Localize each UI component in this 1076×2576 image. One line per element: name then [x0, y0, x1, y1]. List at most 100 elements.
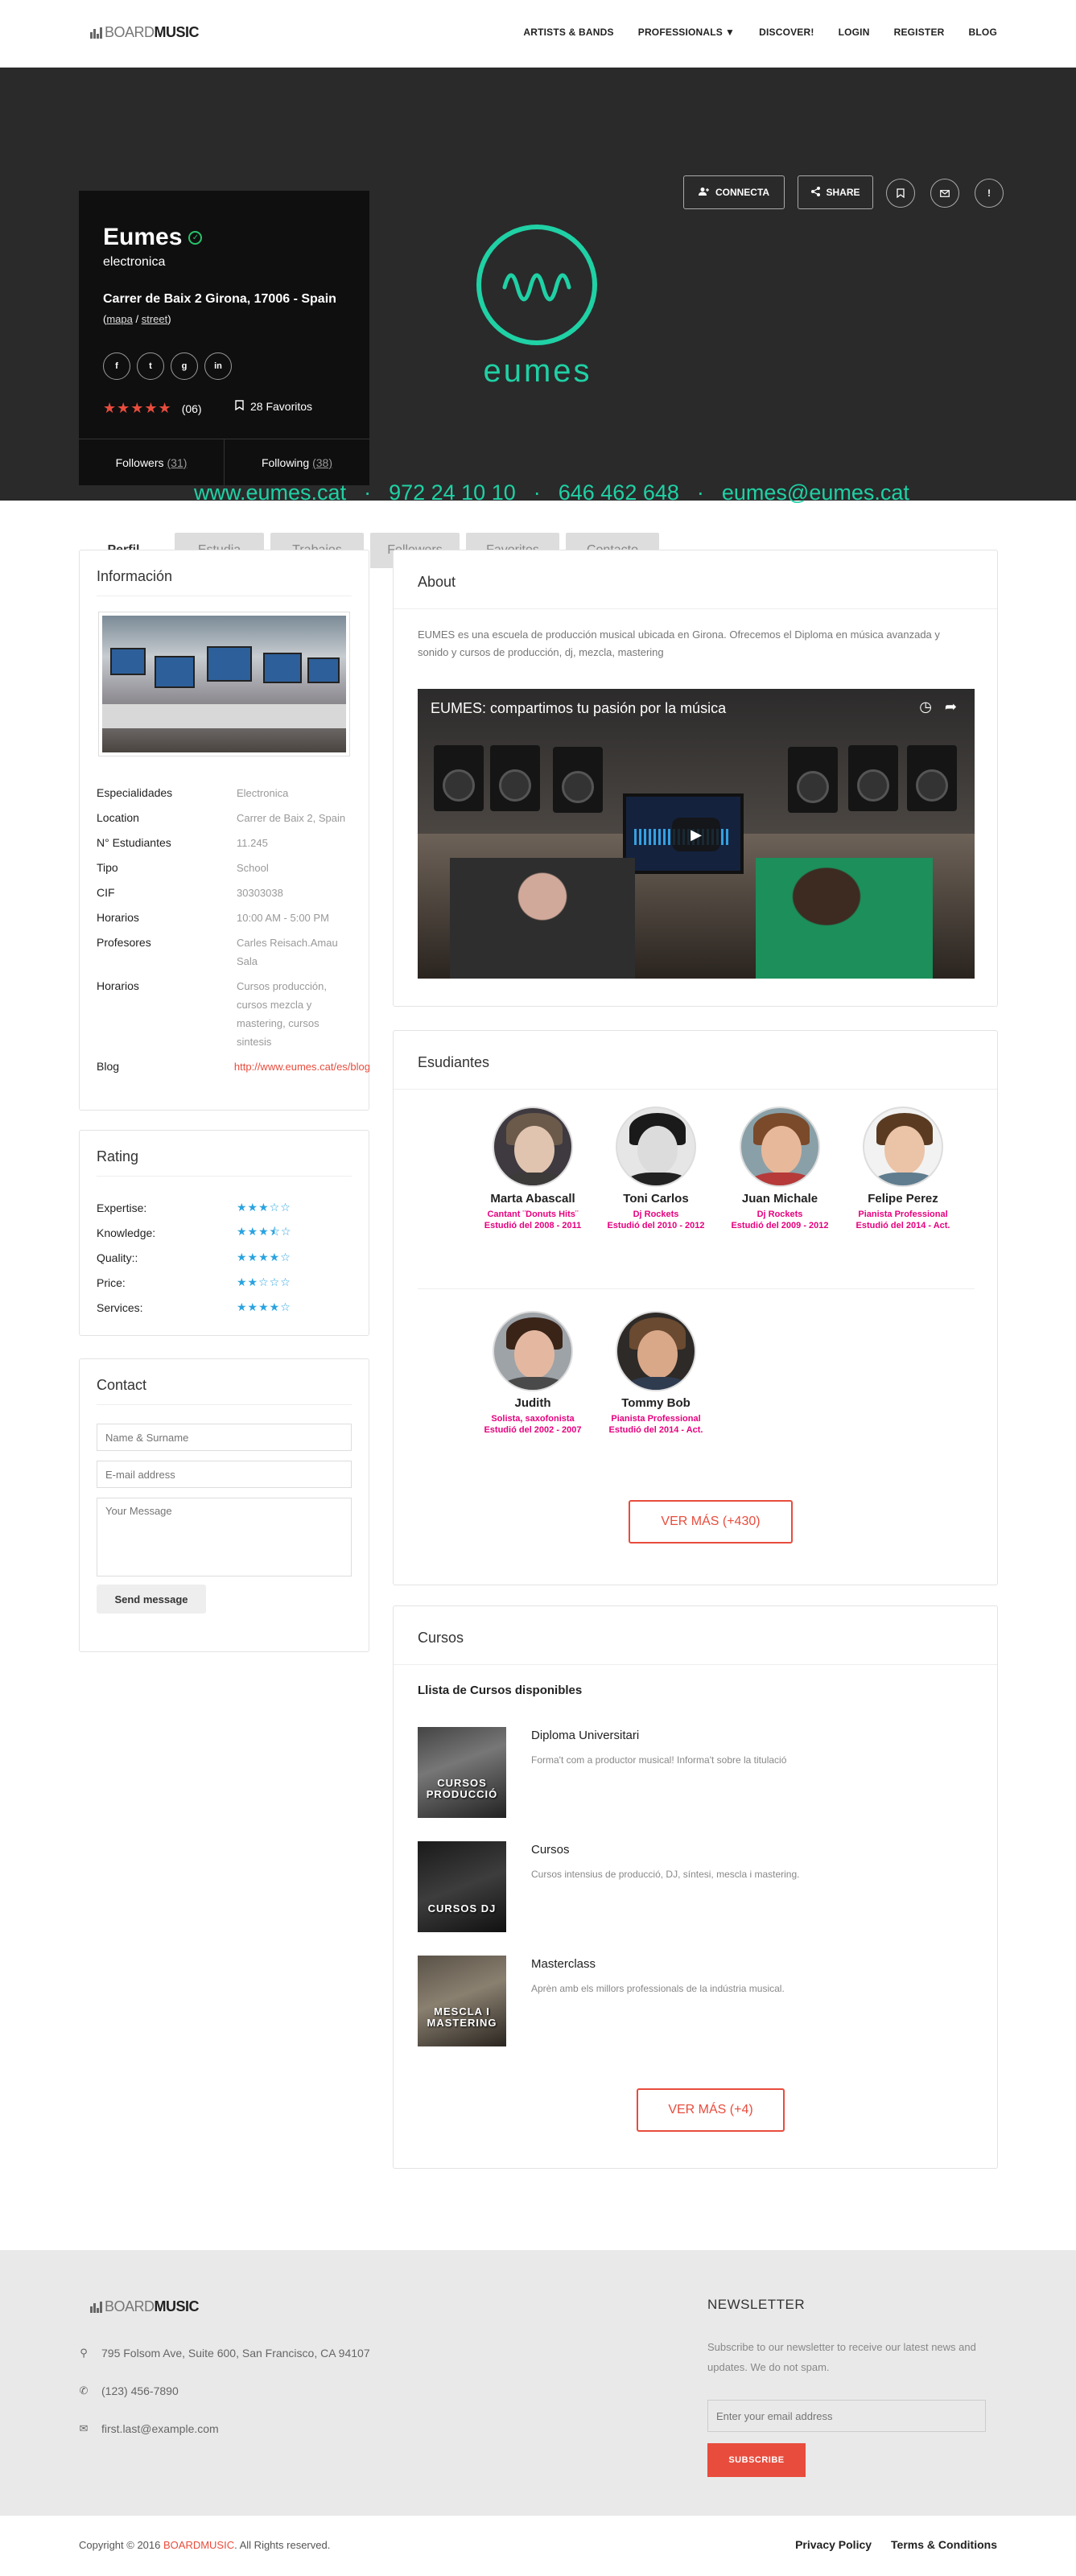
play-icon[interactable]: ▶ [672, 818, 720, 851]
rating-label: Knowledge: [97, 1226, 156, 1239]
following-link[interactable]: Following (38) [225, 439, 369, 485]
share-icon[interactable]: ➦ [945, 699, 957, 715]
privacy-policy-link[interactable]: Privacy Policy [795, 2538, 872, 2551]
avatar [863, 1107, 943, 1187]
footer-logo[interactable]: BOARD MUSIC [90, 2298, 200, 2315]
copyright-suffix: . All Rights reserved. [234, 2539, 331, 2551]
hero-phone-2: 646 462 648 [558, 480, 679, 505]
profile-hero: Eumes ✓ electronica Carrer de Baix 2 Gir… [0, 68, 1076, 568]
student-years: Estudió del 2014 - Act. [608, 1425, 703, 1435]
copyright-brand-link[interactable]: BOARDMUSIC [163, 2539, 234, 2551]
student-name: Judith [514, 1396, 551, 1410]
student-years: Estudió del 2014 - Act. [855, 1221, 950, 1230]
avatar [740, 1107, 820, 1187]
profile-favorites[interactable]: 28 Favoritos [235, 400, 312, 413]
divider [394, 608, 997, 609]
course-description: Aprèn amb els millors professionals de l… [531, 1983, 785, 1994]
student-card[interactable]: Juan Michale Dj Rockets Estudió del 2009… [719, 1107, 840, 1231]
profile-rating: ★★★★★ (06) [103, 400, 202, 417]
student-card[interactable]: Tommy Bob Pianista Professional Estudió … [596, 1311, 716, 1436]
site-logo[interactable]: BOARD MUSIC [90, 24, 200, 41]
nav-professionals[interactable]: PROFESSIONALS ▼ [638, 27, 735, 38]
course-item[interactable]: CURSOS DJ Cursos Cursos intensius de pro… [418, 1841, 965, 1932]
contact-title: Contact [97, 1377, 147, 1393]
mail-icon: ✉ [79, 2422, 89, 2434]
street-link[interactable]: street [142, 313, 168, 325]
student-name: Tommy Bob [621, 1396, 691, 1410]
course-title[interactable]: Masterclass [531, 1957, 596, 1971]
avatar [493, 1311, 573, 1391]
info-row: Tipo School [97, 859, 370, 877]
student-card[interactable]: Marta Abascall Cantant ¨Donuts Hits¨ Est… [472, 1107, 593, 1231]
send-message-button[interactable]: Send message [97, 1585, 206, 1614]
ver-mas-students-button[interactable]: VER MÁS (+430) [629, 1500, 793, 1544]
name-field[interactable] [97, 1424, 352, 1451]
courses-panel: Cursos Llista de Cursos disponibles CURS… [393, 1605, 998, 2169]
info-key: Horarios [97, 911, 139, 924]
rating-count: (06) [181, 402, 202, 415]
blog-link[interactable]: http://www.eumes.cat/es/blog [234, 1057, 370, 1076]
student-card[interactable]: Judith Solista, saxofonista Estudió del … [472, 1311, 593, 1436]
course-title[interactable]: Cursos [531, 1843, 570, 1857]
rating-label: Expertise: [97, 1201, 147, 1214]
hero-phone-1: 972 24 10 10 [389, 480, 516, 505]
about-description: EUMES es una escuela de producción music… [418, 629, 940, 658]
nav-blog[interactable]: BLOG [969, 27, 997, 38]
rating-row: Expertise: ★★★☆☆ [97, 1195, 291, 1220]
nav-login[interactable]: LOGIN [839, 27, 870, 38]
student-card[interactable]: Felipe Perez Pianista Professional Estud… [843, 1107, 963, 1231]
about-panel: About EUMES es una escuela de producción… [393, 550, 998, 1007]
nav-discover[interactable]: DISCOVER! [759, 27, 814, 38]
course-thumbnail: CURSOS PRODUCCIÓ [418, 1727, 506, 1818]
ver-mas-courses-button[interactable]: VER MÁS (+4) [637, 2088, 785, 2132]
hero-separator: · [364, 480, 372, 505]
info-key: Location [97, 811, 139, 824]
avatar [616, 1311, 696, 1391]
rating-row: Price: ★★☆☆☆ [97, 1270, 291, 1295]
alert-icon[interactable]: ! [975, 179, 1004, 208]
message-field[interactable] [97, 1498, 352, 1577]
profile-name-row: Eumes ✓ [103, 224, 203, 251]
footer-email[interactable]: first.last@example.com [101, 2422, 219, 2435]
student-name: Juan Michale [741, 1192, 818, 1206]
map-links-separator: / [132, 313, 142, 325]
bookmark-icon[interactable] [886, 179, 915, 208]
nav-register[interactable]: REGISTER [894, 27, 945, 38]
nav-artists-bands[interactable]: ARTISTS & BANDS [523, 27, 613, 38]
connect-button[interactable]: CONNECTA [683, 175, 785, 209]
footer-phone: (123) 456-7890 [101, 2384, 179, 2397]
hero-email: eumes@eumes.cat [721, 480, 909, 505]
map-link[interactable]: mapa [106, 313, 133, 325]
facebook-icon[interactable]: f [103, 352, 130, 380]
clock-icon[interactable]: ◷ [919, 699, 932, 715]
course-title[interactable]: Diploma Universitari [531, 1729, 639, 1742]
followers-link[interactable]: Followers (31) [79, 439, 225, 485]
video-player[interactable]: EUMES: compartimos tu pasión por la músi… [418, 689, 975, 979]
student-card[interactable]: Toni Carlos Dj Rockets Estudió del 2010 … [596, 1107, 716, 1231]
following-count: (38) [312, 455, 333, 469]
google-plus-icon[interactable]: g [171, 352, 198, 380]
students-panel: Esudiantes Marta Abascall Cantant ¨Donut… [393, 1030, 998, 1585]
terms-link[interactable]: Terms & Conditions [891, 2538, 997, 2551]
logo-bars-icon [90, 27, 102, 39]
share-button[interactable]: SHARE [798, 175, 873, 209]
studio-photo [98, 612, 350, 756]
video-title[interactable]: EUMES: compartimos tu pasión por la músi… [431, 700, 726, 717]
course-description: Forma't com a productor musical! Informa… [531, 1754, 787, 1766]
divider [97, 1404, 352, 1405]
course-item[interactable]: CURSOS PRODUCCIÓ Diploma Universitari Fo… [418, 1727, 965, 1818]
rating-row: Knowledge: ★★★⯪☆ [97, 1220, 291, 1245]
linkedin-icon[interactable]: in [204, 352, 232, 380]
course-item[interactable]: MESCLA I MASTERING Masterclass Aprèn amb… [418, 1956, 965, 2046]
email-field[interactable] [97, 1461, 352, 1488]
rating-panel: Rating Expertise: ★★★☆☆ Knowledge: ★★★⯪☆ Q… [79, 1130, 369, 1336]
student-years: Estudió del 2002 - 2007 [484, 1425, 582, 1435]
rating-label: Price: [97, 1276, 126, 1289]
mail-icon[interactable] [930, 179, 959, 208]
twitter-icon[interactable]: t [137, 352, 164, 380]
footer-contact-info: ⚲ 795 Folsom Ave, Suite 600, San Francisc… [79, 2343, 370, 2457]
newsletter-email-input[interactable] [707, 2400, 986, 2432]
subscribe-button[interactable]: SUBSCRIBE [707, 2443, 806, 2477]
connect-button-label: CONNECTA [715, 187, 770, 198]
student-name: Marta Abascall [490, 1192, 575, 1206]
